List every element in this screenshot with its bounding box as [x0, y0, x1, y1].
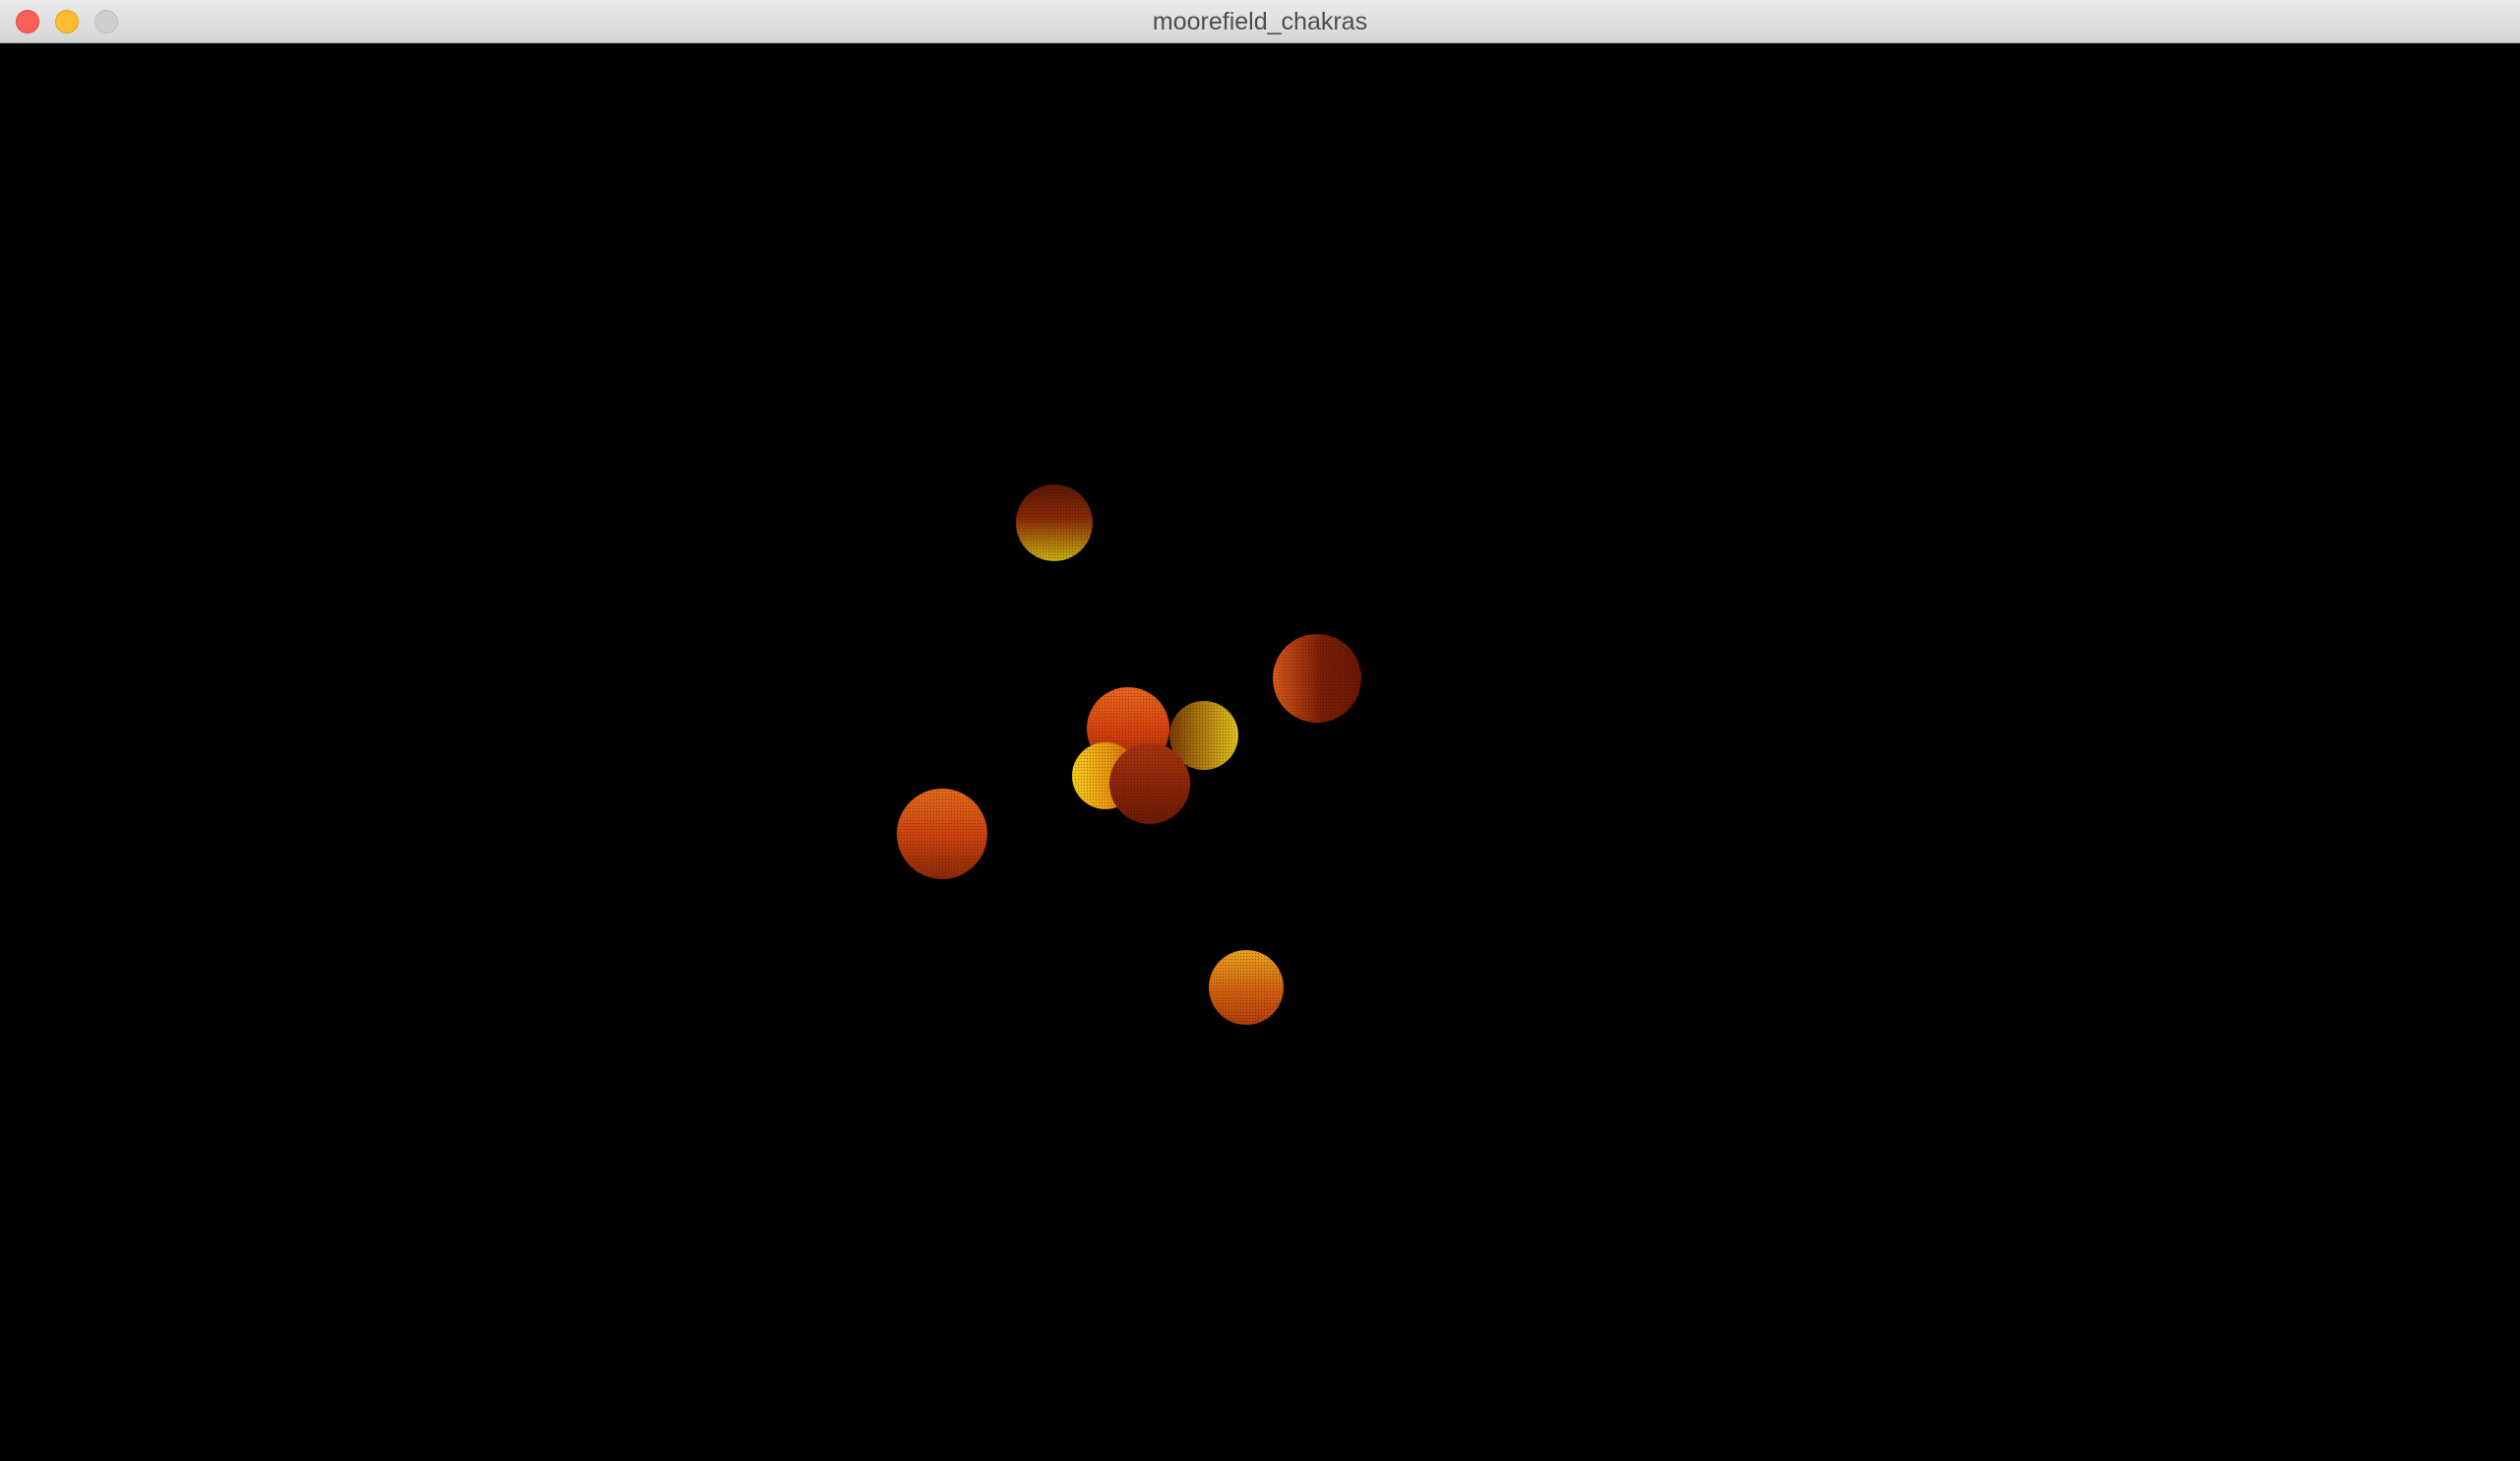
scene-svg	[897, 484, 1361, 1025]
render-canvas[interactable]	[0, 43, 2520, 1461]
window-title: moorefield_chakras	[1152, 8, 1368, 35]
sphere-6	[1109, 743, 1190, 824]
title-bar[interactable]: moorefield_chakras	[0, 0, 2520, 43]
sphere-1	[1016, 484, 1093, 561]
sphere-8-texture	[1209, 950, 1284, 1025]
sphere-8	[1209, 950, 1284, 1025]
app-window: moorefield_chakras	[0, 0, 2520, 1461]
sphere-7-texture	[897, 789, 987, 879]
sphere-1-texture	[1016, 484, 1093, 561]
sphere-6-texture	[1109, 743, 1190, 824]
sphere-2	[1273, 634, 1361, 723]
sphere-7	[897, 789, 987, 879]
sphere-2-texture	[1273, 634, 1361, 723]
